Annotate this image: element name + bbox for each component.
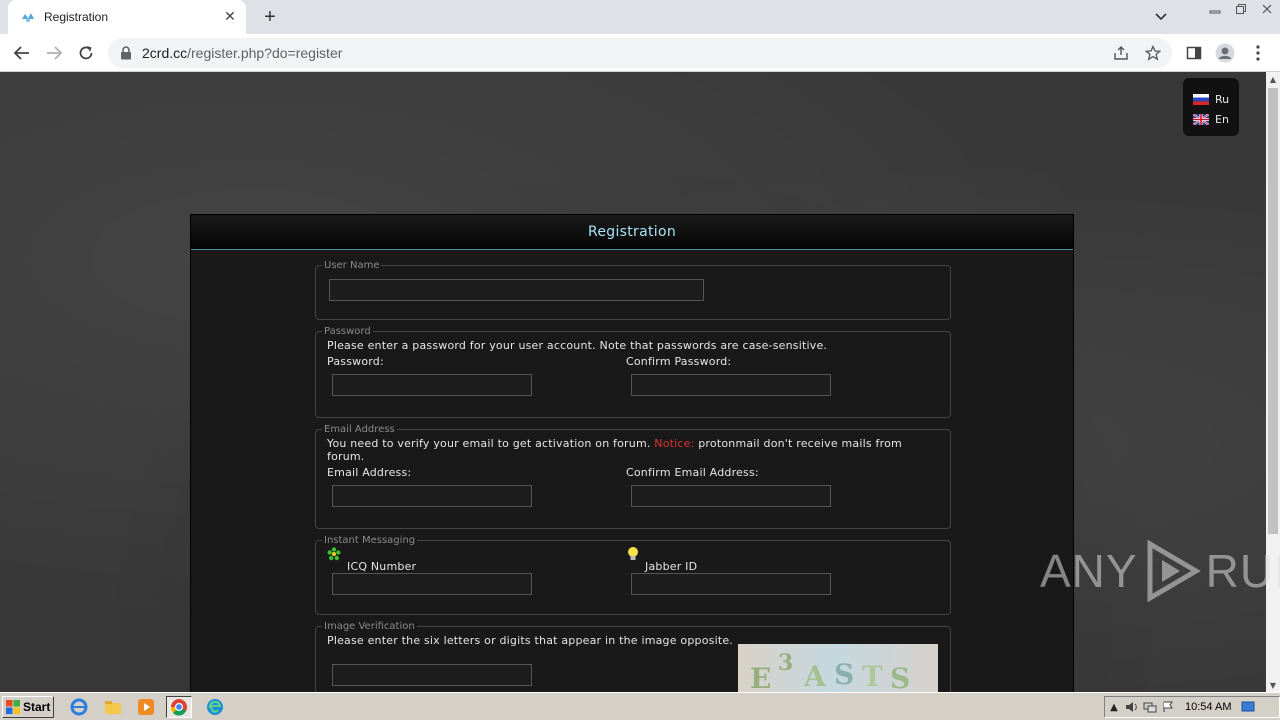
profile-avatar-icon[interactable] — [1213, 41, 1237, 65]
im-fieldset: Instant Messaging ICQ Number Jabber ID — [315, 535, 951, 615]
captcha-char: S — [890, 662, 911, 692]
verification-fieldset: Image Verification Please enter the six … — [315, 621, 951, 692]
registration-panel: Registration User Name Password Please e… — [190, 214, 1074, 692]
captcha-char: 3 — [778, 650, 794, 676]
window-controls — [1202, 0, 1280, 20]
captcha-char: S — [834, 658, 855, 691]
notice-label: Notice: — [654, 437, 695, 450]
confirm-email-input[interactable] — [631, 485, 831, 507]
username-fieldset: User Name — [315, 260, 951, 320]
icq-input[interactable] — [332, 573, 532, 595]
captcha-image: E 3 A S T S — [738, 644, 938, 692]
verification-legend: Image Verification — [324, 621, 415, 632]
anyrun-watermark: ANY RUN — [1040, 538, 1280, 604]
im-legend: Instant Messaging — [324, 535, 416, 546]
password-fieldset: Password Please enter a password for you… — [315, 326, 951, 418]
minimize-icon[interactable] — [1202, 0, 1228, 18]
active-tab[interactable]: Registration ✕ — [8, 0, 246, 34]
close-window-icon[interactable] — [1254, 0, 1280, 18]
show-hidden-icons-icon[interactable]: ▲ — [1105, 699, 1123, 715]
password-hint: Please enter a password for your user ac… — [327, 339, 828, 352]
system-tray: ▲ 10:54 AM — [1104, 696, 1280, 718]
lang-item-ru[interactable]: Ru — [1193, 89, 1239, 109]
new-tab-button[interactable]: + — [258, 6, 282, 28]
password-input[interactable] — [332, 374, 532, 396]
action-center-flag-icon[interactable] — [1159, 699, 1177, 715]
start-label: Start — [23, 700, 51, 714]
language-switcher: Ru En — [1183, 78, 1239, 136]
icq-label: ICQ Number — [347, 560, 417, 573]
edge-icon[interactable] — [202, 696, 228, 718]
username-legend: User Name — [324, 260, 380, 271]
network-icon[interactable] — [1141, 699, 1159, 715]
lang-item-en[interactable]: En — [1193, 109, 1239, 129]
jabber-label: Jabber ID — [645, 560, 698, 573]
icq-flower-icon — [327, 547, 341, 561]
email-hint: You need to verify your email to get act… — [327, 437, 902, 450]
verification-hint: Please enter the six letters or digits t… — [327, 634, 733, 647]
clock[interactable]: 10:54 AM — [1185, 701, 1231, 713]
captcha-char: T — [862, 660, 883, 692]
uk-flag-icon — [1193, 113, 1209, 125]
captcha-char: E — [750, 662, 772, 692]
browser-toolbar: 2crd.cc/register.php?do=register — [0, 34, 1280, 72]
scroll-down-icon[interactable]: ▼ — [1266, 678, 1280, 692]
restore-icon[interactable] — [1228, 0, 1254, 18]
volume-icon[interactable] — [1123, 699, 1141, 715]
confirm-password-input[interactable] — [631, 374, 831, 396]
captcha-input[interactable] — [332, 664, 532, 686]
side-panel-icon[interactable] — [1182, 41, 1206, 65]
confirm-email-label: Confirm Email Address: — [626, 466, 759, 479]
email-legend: Email Address — [324, 424, 395, 435]
watermark-text-left: ANY — [1040, 545, 1138, 597]
tab-search-icon[interactable] — [1150, 6, 1172, 28]
scroll-up-icon[interactable]: ▲ — [1266, 72, 1280, 86]
windows-logo-icon — [6, 700, 20, 714]
scroll-thumb[interactable] — [1268, 88, 1278, 534]
file-explorer-icon[interactable] — [100, 696, 126, 718]
start-button[interactable]: Start — [2, 696, 54, 718]
play-logo-icon — [1147, 540, 1201, 602]
back-arrow-icon[interactable] — [10, 41, 34, 65]
password-legend: Password — [324, 326, 371, 337]
tab-title: Registration — [44, 10, 109, 24]
jabber-input[interactable] — [631, 573, 831, 595]
ie-icon[interactable] — [66, 696, 92, 718]
show-desktop-icon[interactable] — [1239, 699, 1257, 715]
bookmark-star-icon[interactable] — [1144, 44, 1162, 62]
jabber-bulb-icon — [628, 547, 638, 560]
email-fieldset: Email Address You need to verify your em… — [315, 424, 951, 529]
username-input[interactable] — [329, 279, 704, 301]
lang-label-ru: Ru — [1215, 92, 1230, 106]
password-label: Password: — [327, 355, 384, 368]
menu-dots-icon[interactable] — [1246, 41, 1270, 65]
tab-close-icon[interactable]: ✕ — [220, 7, 240, 27]
lock-icon — [121, 46, 131, 60]
forward-arrow-icon[interactable] — [42, 41, 66, 65]
reload-icon[interactable] — [74, 41, 98, 65]
email-input[interactable] — [332, 485, 532, 507]
page-title: Registration — [587, 224, 677, 240]
url-path: /register.php?do=register — [187, 45, 343, 61]
address-bar[interactable]: 2crd.cc/register.php?do=register — [108, 38, 1172, 68]
russia-flag-icon — [1193, 93, 1209, 105]
watermark-text-right: RUN — [1205, 545, 1280, 597]
tab-strip: Registration ✕ + — [0, 0, 1280, 34]
captcha-char: A — [804, 660, 826, 692]
url-text: 2crd.cc/register.php?do=register — [142, 45, 342, 61]
media-player-icon[interactable] — [133, 696, 159, 718]
email-hint-text: You need to verify your email to get act… — [327, 437, 651, 450]
email-label: Email Address: — [327, 466, 412, 479]
email-hint-suffix: protonmail don't receive mails from — [698, 437, 902, 450]
taskbar: Start ▲ 10:54 AM — [0, 692, 1280, 720]
email-hint-line2: forum. — [327, 450, 365, 463]
share-icon[interactable] — [1112, 44, 1130, 62]
lang-label-en: En — [1215, 112, 1229, 126]
chrome-taskbar-icon[interactable] — [166, 696, 192, 718]
url-host: 2crd.cc — [142, 45, 188, 61]
site-favicon-icon — [22, 13, 34, 22]
confirm-password-label: Confirm Password: — [626, 355, 732, 368]
panel-header: Registration — [191, 215, 1073, 250]
